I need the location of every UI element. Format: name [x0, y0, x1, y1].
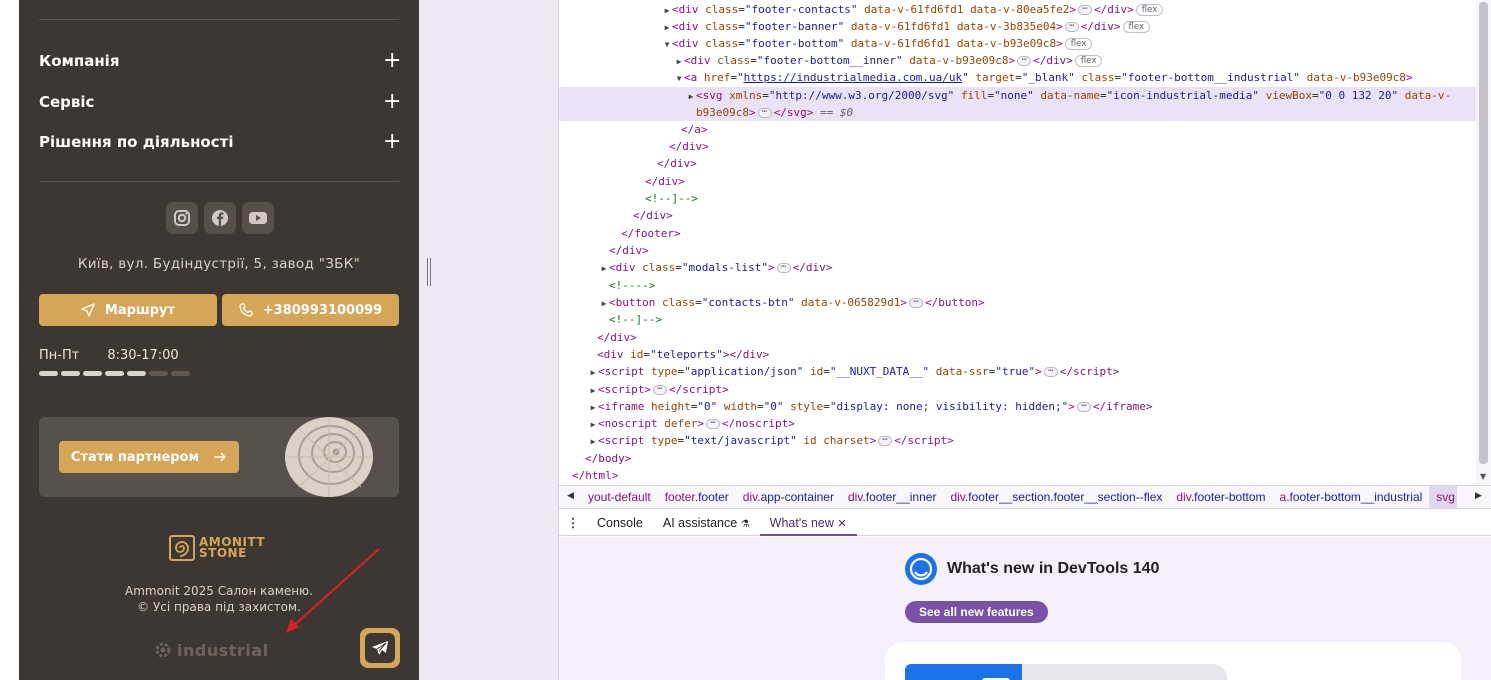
dom-node[interactable]: ▶ <script type="application/json" id="__N…: [559, 363, 1476, 380]
drawer-tabs: ⋮ Console AI assistance ⚗ What's new ✕: [559, 510, 1491, 536]
dom-node[interactable]: ▶ <div class="footer-contacts" data-v-61f…: [559, 1, 1476, 18]
dom-node[interactable]: </div>: [559, 138, 1476, 155]
dom-node[interactable]: ▶ <div class="modals-list"> ⋯ </div>: [559, 259, 1476, 276]
tab-console[interactable]: Console: [587, 510, 653, 536]
dom-node[interactable]: </a>: [559, 121, 1476, 138]
feature-thumbnail-right: [982, 664, 1227, 680]
devtools-panel: ⋯ ▶<div class="footer-contacts" data-v-6…: [558, 0, 1491, 680]
breadcrumb-tag: div: [1176, 490, 1191, 504]
tab-ai-label: AI assistance: [662, 515, 738, 530]
breadcrumb-class: .footer-bottom: [1190, 490, 1266, 504]
breadcrumb-item[interactable]: div.footer__inner: [841, 490, 944, 504]
dom-node[interactable]: <div id="teleports"></div>: [559, 346, 1476, 363]
breadcrumb-item[interactable]: div.app-container: [736, 490, 841, 504]
breadcrumb-item[interactable]: div.footer__section.footer__section--fle…: [943, 490, 1169, 504]
tab-ai-assistance[interactable]: AI assistance ⚗: [653, 510, 760, 536]
dom-node[interactable]: </div>: [559, 329, 1476, 346]
viewport-edge: [0, 0, 19, 680]
breadcrumb-class: .footer-bottom__industrial: [1286, 490, 1423, 504]
tab-whats-new[interactable]: What's new ✕: [759, 510, 857, 536]
devtools-logo-icon: [905, 553, 937, 585]
breadcrumb-class: .footer: [694, 490, 729, 504]
breadcrumb-item[interactable]: footer.footer: [658, 490, 736, 504]
breadcrumb-class: .app-container: [757, 490, 834, 504]
whats-new-panel: What's new in DevTools 140 See all new f…: [559, 537, 1491, 680]
dom-node-selected-cont[interactable]: b93e09c8> ⋯ </svg> == $0: [559, 104, 1476, 121]
dom-node[interactable]: <!--]-->: [559, 190, 1476, 207]
breadcrumb-tag: yout-default: [588, 490, 651, 504]
dom-node[interactable]: </footer>: [559, 225, 1476, 242]
breadcrumb-item[interactable]: div.footer-bottom: [1169, 490, 1272, 504]
dom-node[interactable]: ▼ <div class="footer-bottom" data-v-61fd6…: [559, 35, 1476, 52]
more-menu-icon[interactable]: ⋮: [559, 515, 587, 530]
red-arrow-annotation: [286, 548, 380, 633]
dom-node[interactable]: <!--]-->: [559, 311, 1476, 328]
breadcrumb: ◀ yout-default footer.footer div.app-conta…: [559, 485, 1491, 509]
breadcrumb-class: .footer__section.footer__section--flex: [964, 490, 1163, 504]
dom-node[interactable]: </div>: [559, 155, 1476, 172]
elements-tree: ⋯ ▶<div class="footer-contacts" data-v-6…: [559, 0, 1476, 484]
viewport-resize-handle[interactable]: [426, 258, 432, 286]
breadcrumb-tag: footer: [664, 490, 695, 504]
tab-console-label: Console: [597, 515, 643, 530]
breadcrumb-item[interactable]: a.footer-bottom__industrial: [1273, 490, 1430, 504]
dom-node[interactable]: ▶ <noscript defer> ⋯ </noscript>: [559, 415, 1476, 432]
breadcrumb-tag: div: [950, 490, 965, 504]
scrollbar-thumb[interactable]: [1479, 2, 1488, 464]
breadcrumb-item[interactable]: svg: [1429, 486, 1457, 508]
crumb-right-icon[interactable]: ▶: [1475, 491, 1482, 501]
breadcrumb-class: .footer__inner: [862, 490, 937, 504]
breadcrumb-tag: svg: [1436, 490, 1455, 504]
scroll-down-icon[interactable]: ▼: [1480, 472, 1486, 481]
flask-icon: ⚗: [740, 518, 750, 530]
dom-node[interactable]: ▶ <div class="footer-bottom__inner" data-…: [559, 52, 1476, 69]
close-icon[interactable]: ✕: [837, 518, 846, 530]
whats-new-title: What's new in DevTools 140: [947, 560, 1160, 577]
dom-node[interactable]: </div>: [559, 173, 1476, 190]
dom-node[interactable]: ▶ <div class="footer-banner" data-v-61fd6…: [559, 18, 1476, 35]
whats-new-header: What's new in DevTools 140: [905, 553, 1159, 585]
breadcrumb-tag: div: [847, 490, 863, 504]
dom-node[interactable]: </body>: [559, 450, 1476, 467]
dom-node[interactable]: <!---->: [559, 277, 1476, 294]
dom-node[interactable]: </div>: [559, 207, 1476, 224]
dom-node[interactable]: ▶ <button class="contacts-btn" data-v-065…: [559, 294, 1476, 311]
crumb-left-icon[interactable]: ◀: [567, 491, 574, 501]
dom-node[interactable]: ▼ <a href="https://industrialmedia.com.ua…: [559, 69, 1476, 86]
see-all-features-button[interactable]: See all new features: [905, 601, 1048, 623]
dom-node[interactable]: ▶ <iframe height="0" width="0" style="dis…: [559, 398, 1476, 415]
dom-node[interactable]: </html>: [559, 467, 1476, 484]
dom-node[interactable]: ▶ <script> ⋯ </script>: [559, 381, 1476, 398]
breadcrumb-tag: div: [742, 490, 758, 504]
breadcrumb-item[interactable]: yout-default: [581, 490, 658, 504]
feature-card[interactable]: [885, 642, 1461, 680]
dom-node[interactable]: </div>: [559, 242, 1476, 259]
dom-node-selected[interactable]: ▶ <svg xmlns="http://www.w3.org/2000/svg"…: [559, 87, 1476, 104]
elements-scrollbar[interactable]: ▼: [1476, 0, 1491, 484]
tab-whats-new-label: What's new: [769, 515, 834, 530]
dom-node[interactable]: ▶ <script type="text/javascript" id chars…: [559, 432, 1476, 449]
site-footer: Компанія + Сервіс + Рішення по діяльност…: [19, 0, 419, 680]
breadcrumb-list: yout-default footer.footer div.app-contain…: [581, 486, 1457, 508]
